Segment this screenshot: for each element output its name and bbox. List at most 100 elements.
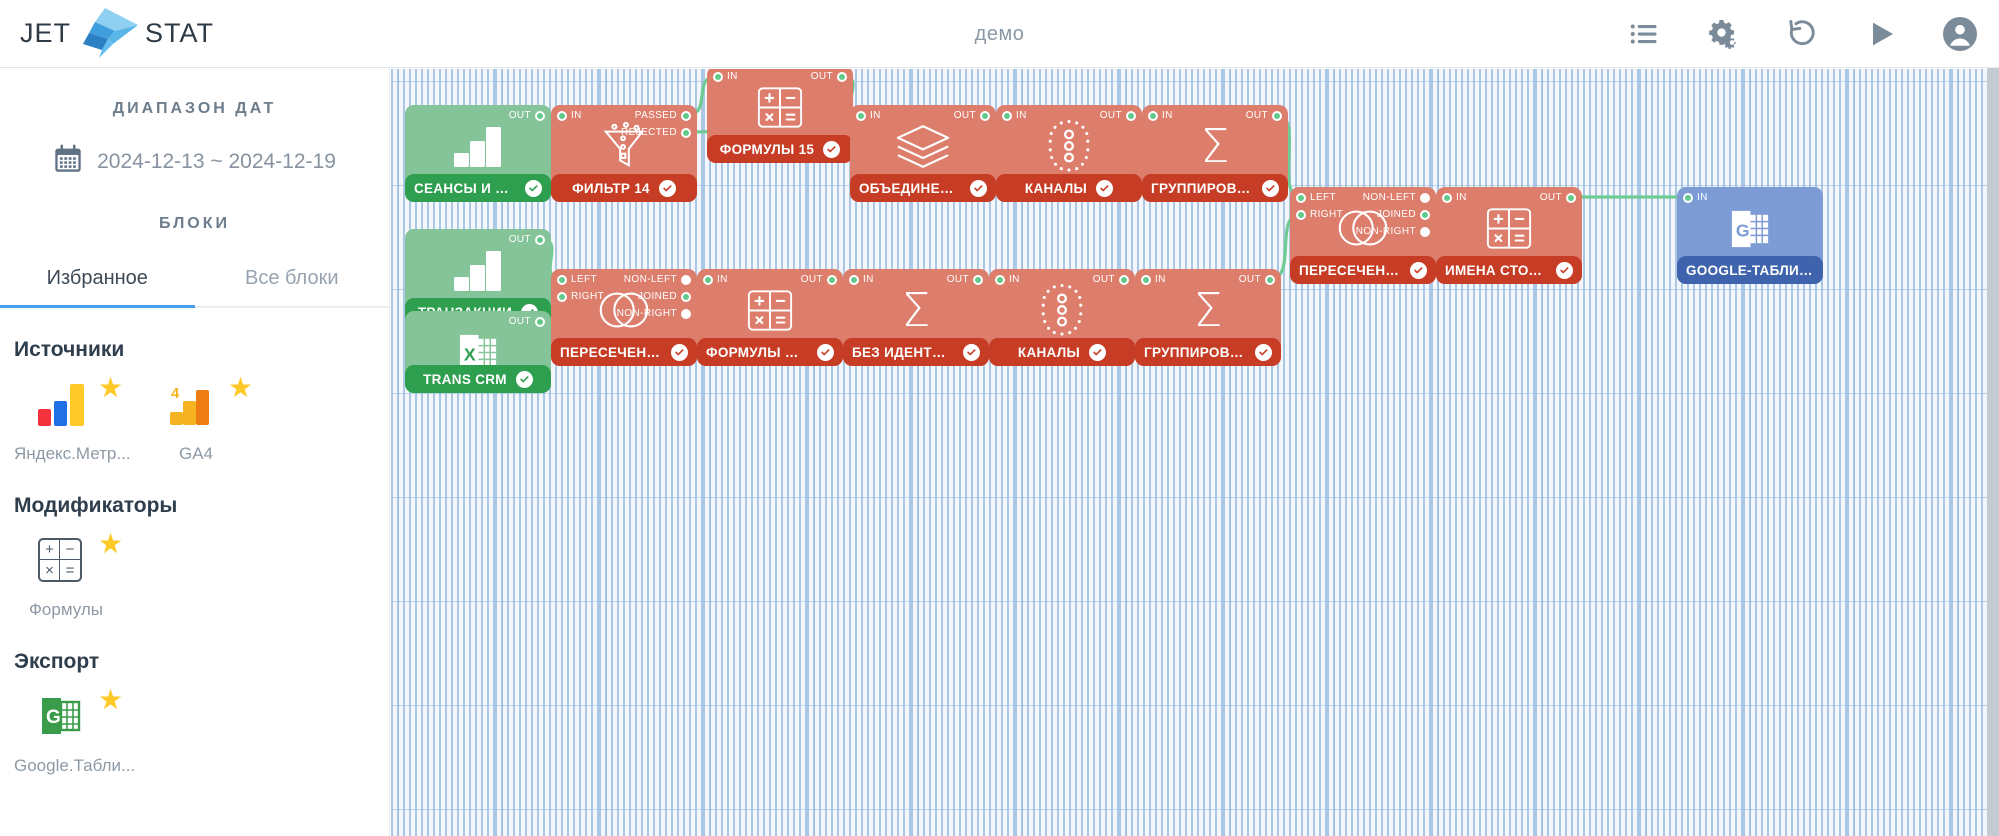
layers-icon <box>850 115 996 177</box>
flow-node[interactable]: OUT X TRANS CRM <box>405 311 551 393</box>
status-check-badge <box>658 179 676 197</box>
favorite-star-icon[interactable]: ★ <box>98 374 123 402</box>
list-icon[interactable] <box>1627 17 1661 51</box>
node-footer[interactable]: TRANS CRM <box>405 365 551 393</box>
formula-calculator-icon <box>1436 197 1582 259</box>
channels-dotted-icon <box>989 279 1135 341</box>
flow-node[interactable]: IN OUT КАНАЛЫ <box>989 269 1135 366</box>
node-footer[interactable]: ФИЛЬТР 14 <box>551 174 697 202</box>
flow-node[interactable]: INOUTИМЕНА СТОЛБЦОВ <box>1436 187 1582 284</box>
favorite-star-icon[interactable]: ★ <box>98 686 123 714</box>
status-check-badge <box>1096 179 1114 197</box>
flow-node[interactable]: LEFT RIGHT NON-LEFT JOINED NON-RIGHT ПЕРЕСЕЧЕ… <box>551 269 697 366</box>
node-footer[interactable]: БЕЗ ИДЕНТИФИКАТ... <box>843 338 989 366</box>
category-items-export: G ★ Google.Табли... <box>0 686 389 776</box>
status-check-badge <box>823 140 841 158</box>
flow-node[interactable]: INGGOOGLE-ТАБЛИЦЫ ... <box>1677 187 1823 284</box>
flow-node[interactable]: IN OUT ФОРМУЛЫ 15 <box>707 69 853 163</box>
node-label: ФОРМУЛЫ 15 <box>719 141 815 157</box>
tab-all-blocks[interactable]: Все блоки <box>194 267 389 308</box>
flow-node[interactable]: INOUTФОРМУЛЫ НОМЕР <box>697 269 843 366</box>
node-footer[interactable]: ОБЪЕДИНЕНИЕ 16 <box>850 174 996 202</box>
status-check-badge <box>1410 261 1427 279</box>
block-yandex-metrika[interactable]: ★ Яндекс.Метр... <box>14 374 144 464</box>
flow-node[interactable]: OUTСЕАНСЫ И РАСХОД <box>405 105 551 202</box>
status-check-badge <box>1089 343 1107 361</box>
category-items-sources: ★ Яндекс.Метр... 4 ★ GA4 <box>0 374 389 464</box>
node-footer[interactable]: КАНАЛЫ <box>996 174 1142 202</box>
flow-node[interactable]: IN PASSED REJECTED ФИЛЬТР 14 <box>551 105 697 202</box>
node-label: ГРУППИРОВКА 13 <box>1144 344 1246 360</box>
flow-canvas[interactable]: OUTСЕАНСЫ И РАСХОДINPASSEDREJECTEDФИЛЬТР… <box>391 69 1987 836</box>
node-body: INOUTΣГРУППИРОВКА 13 <box>1135 269 1281 366</box>
category-items-modifiers: + − × = ★ Формулы <box>0 530 389 620</box>
flow-node[interactable]: INOUTΣБЕЗ ИДЕНТИФИКАТ... <box>843 269 989 366</box>
daterange-title: ДИАПАЗОН ДАТ <box>112 100 277 117</box>
node-footer[interactable]: ПЕРЕСЕЧЕНИЕ 11 <box>1290 256 1436 284</box>
daterange-picker[interactable]: 2024-12-13 ~ 2024-12-19 <box>0 144 389 179</box>
gears-icon[interactable] <box>1706 17 1740 51</box>
node-body: INOUTОБЪЕДИНЕНИЕ 16 <box>850 105 996 202</box>
channels-dotted-icon <box>996 115 1142 177</box>
category-title-export: Экспорт <box>14 650 100 673</box>
node-body: INOUTΣБЕЗ ИДЕНТИФИКАТ... <box>843 269 989 366</box>
block-google-sheets[interactable]: G ★ Google.Табли... <box>14 686 144 776</box>
node-footer[interactable]: GOOGLE-ТАБЛИЦЫ ... <box>1677 256 1823 284</box>
node-body: IN OUT КАНАЛЫ <box>989 269 1135 366</box>
venn-icon <box>1290 197 1436 259</box>
status-check-badge <box>1255 343 1272 361</box>
flow-node[interactable]: INOUTОБЪЕДИНЕНИЕ 16 <box>850 105 996 202</box>
flow-node[interactable]: LEFT RIGHT NON-LEFT JOINED NON-RIGHT ПЕРЕСЕЧЕ… <box>1290 187 1436 284</box>
node-body: OUTСЕАНСЫ И РАСХОД <box>405 105 551 202</box>
blocks-title: БЛОКИ <box>158 215 231 232</box>
status-check-badge <box>515 370 533 388</box>
svg-text:4: 4 <box>171 385 180 402</box>
favorite-star-icon[interactable]: ★ <box>98 530 123 558</box>
node-body: IN OUT ФОРМУЛЫ 15 <box>707 69 853 163</box>
undo-icon[interactable] <box>1785 17 1819 51</box>
node-label: ОБЪЕДИНЕНИЕ 16 <box>859 180 961 196</box>
node-footer[interactable]: ГРУППИРОВКА КАН... <box>1142 174 1288 202</box>
node-footer[interactable]: КАНАЛЫ <box>989 338 1135 366</box>
funnel-icon <box>551 115 697 177</box>
flow-node[interactable]: INOUTΣГРУППИРОВКА КАН... <box>1142 105 1288 202</box>
node-label: ФИЛЬТР 14 <box>572 180 650 196</box>
google-sheets-icon: G <box>1677 197 1823 259</box>
node-footer[interactable]: СЕАНСЫ И РАСХОД <box>405 174 551 202</box>
block-label: Формулы <box>29 600 103 619</box>
bar-steps-icon <box>405 239 551 301</box>
user-avatar-icon[interactable] <box>1943 17 1977 51</box>
formula-calculator-icon <box>697 279 843 341</box>
node-body: INOUTΣГРУППИРОВКА КАН... <box>1142 105 1288 202</box>
node-body: LEFT RIGHT NON-LEFT JOINED NON-RIGHT ПЕРЕСЕЧЕ… <box>551 269 697 366</box>
play-icon[interactable] <box>1864 17 1898 51</box>
node-label: ПЕРЕСЕЧЕНИЕ 4 <box>560 344 662 360</box>
block-label: GA4 <box>178 444 214 463</box>
node-footer[interactable]: ГРУППИРОВКА 13 <box>1135 338 1281 366</box>
node-label: БЕЗ ИДЕНТИФИКАТ... <box>852 344 954 360</box>
venn-icon <box>551 279 697 341</box>
status-check-badge <box>1556 261 1573 279</box>
formula-calculator-icon: + − × = <box>38 538 82 582</box>
flow-node[interactable]: INOUTΣГРУППИРОВКА 13 <box>1135 269 1281 366</box>
node-label: ГРУППИРОВКА КАН... <box>1151 180 1253 196</box>
google-sheets-icon: G <box>38 693 84 739</box>
node-footer[interactable]: ПЕРЕСЕЧЕНИЕ 4 <box>551 338 697 366</box>
block-formulas[interactable]: + − × = ★ Формулы <box>14 530 144 620</box>
status-check-badge <box>671 343 688 361</box>
node-footer[interactable]: ФОРМУЛЫ 15 <box>707 135 853 163</box>
left-sidebar: ДИАПАЗОН ДАТ 2024-12-13 ~ 2024-12-19 БЛО… <box>0 68 390 836</box>
status-check-badge <box>817 343 834 361</box>
flow-node[interactable]: IN OUT КАНАЛЫ <box>996 105 1142 202</box>
node-body: OUT X TRANS CRM <box>405 311 551 393</box>
canvas-vertical-scrollbar[interactable] <box>1987 68 1999 836</box>
ga4-icon: 4 <box>168 382 216 426</box>
block-ga4[interactable]: 4 ★ GA4 <box>144 374 274 464</box>
tab-favorites[interactable]: Избранное <box>0 267 195 308</box>
node-footer[interactable]: ИМЕНА СТОЛБЦОВ <box>1436 256 1582 284</box>
node-label: ИМЕНА СТОЛБЦОВ <box>1445 262 1547 278</box>
status-check-badge <box>970 179 987 197</box>
favorite-star-icon[interactable]: ★ <box>228 374 253 402</box>
category-title-modifiers: Модификаторы <box>14 494 178 517</box>
node-footer[interactable]: ФОРМУЛЫ НОМЕР <box>697 338 843 366</box>
